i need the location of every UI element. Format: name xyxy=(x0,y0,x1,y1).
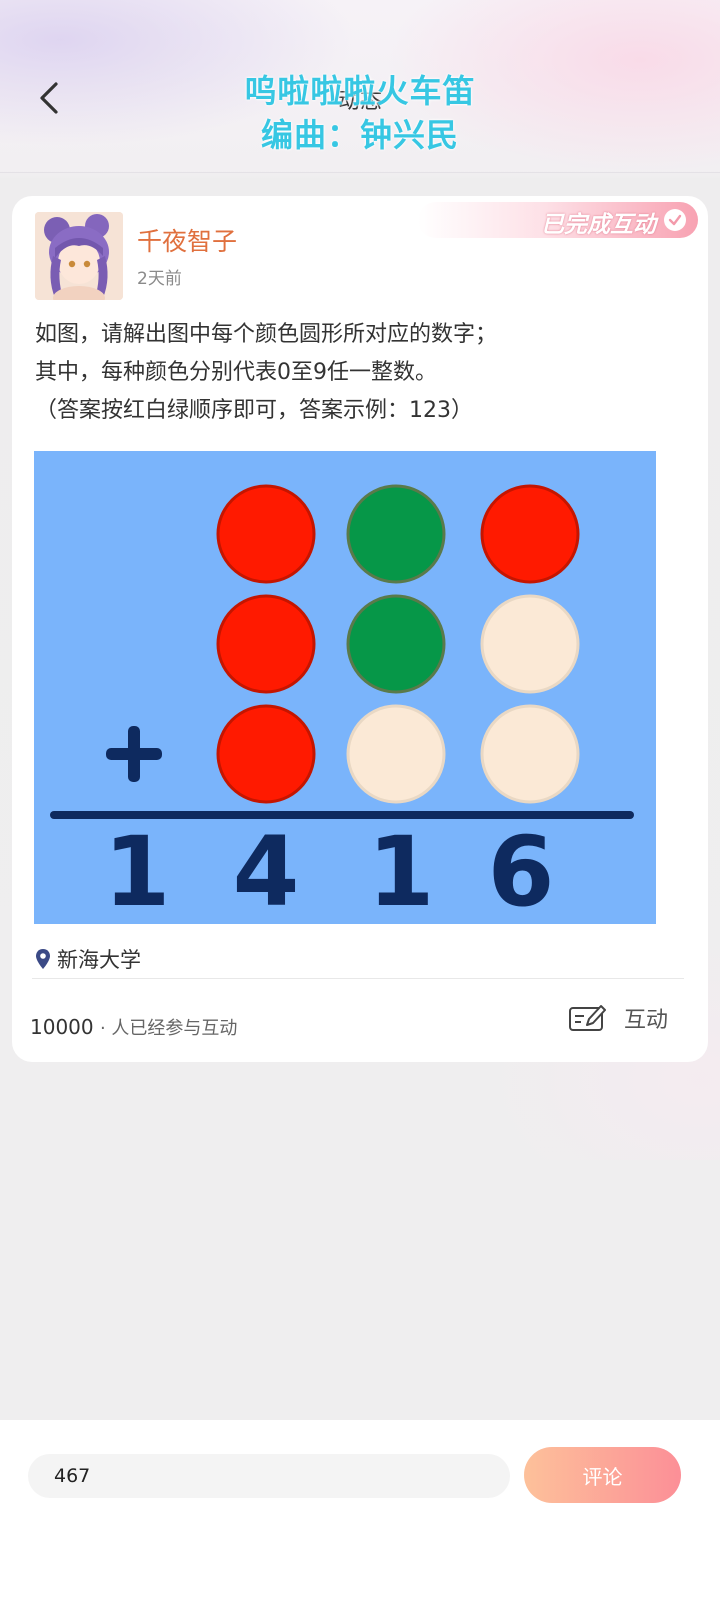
red-circle xyxy=(480,484,580,584)
white-circle xyxy=(480,594,580,694)
author-name[interactable]: 千夜智子 xyxy=(137,222,237,258)
top-bar: 动态 呜啦啦啦火车笛 编曲：钟兴民 xyxy=(0,0,720,173)
sum-digit: 1 xyxy=(368,816,435,924)
location-label: 新海大学 xyxy=(57,948,141,972)
post-text-line: （答案按红白绿顺序即可，答案示例：123） xyxy=(35,398,473,423)
interact-button[interactable]: 互动 xyxy=(568,1002,668,1034)
green-circle xyxy=(346,484,446,584)
post-body: 如图，请解出图中每个颜色圆形所对应的数字； 其中，每种颜色分别代表0至9任一整数… xyxy=(35,316,685,430)
puzzle-image[interactable]: 1416 xyxy=(34,451,656,924)
location-tag[interactable]: 新海大学 xyxy=(35,944,141,974)
sum-digit: 4 xyxy=(233,816,300,924)
divider xyxy=(32,978,684,979)
comment-submit-button[interactable]: 评论 xyxy=(524,1447,681,1503)
green-circle xyxy=(346,594,446,694)
sum-digit: 6 xyxy=(488,816,555,924)
post-text-line: 其中，每种颜色分别代表0至9任一整数。 xyxy=(35,360,437,385)
interact-label: 互动 xyxy=(624,1008,669,1033)
comment-bar: 评论 xyxy=(0,1420,720,1600)
check-circle-icon xyxy=(664,209,686,231)
map-pin-icon xyxy=(36,949,50,969)
post-timestamp: 2天前 xyxy=(137,269,182,289)
participant-number: 10000 xyxy=(30,1015,94,1039)
completed-badge-label: 已完成互动 xyxy=(541,211,656,238)
white-circle xyxy=(346,704,446,804)
red-circle xyxy=(216,484,316,584)
red-circle xyxy=(216,594,316,694)
completed-badge: 已完成互动 xyxy=(418,202,698,238)
edit-note-icon xyxy=(569,1005,606,1031)
white-circle xyxy=(480,704,580,804)
post-card: 已完成互动 千夜智子 2天前 如图，请解出图中每个颜色圆形所对应的数字； 其中，… xyxy=(12,196,708,1062)
song-title-overlay: 呜啦啦啦火车笛 xyxy=(244,72,476,110)
participant-count: 10000 · 人已经参与互动 xyxy=(30,1014,237,1040)
post-text-line: 如图，请解出图中每个颜色圆形所对应的数字； xyxy=(35,322,498,347)
avatar[interactable] xyxy=(35,212,123,300)
comment-input[interactable] xyxy=(28,1454,510,1498)
song-credit-overlay: 编曲：钟兴民 xyxy=(260,116,459,154)
participant-label: · 人已经参与互动 xyxy=(99,1018,238,1039)
sum-digit: 1 xyxy=(104,816,171,924)
red-circle xyxy=(216,704,316,804)
